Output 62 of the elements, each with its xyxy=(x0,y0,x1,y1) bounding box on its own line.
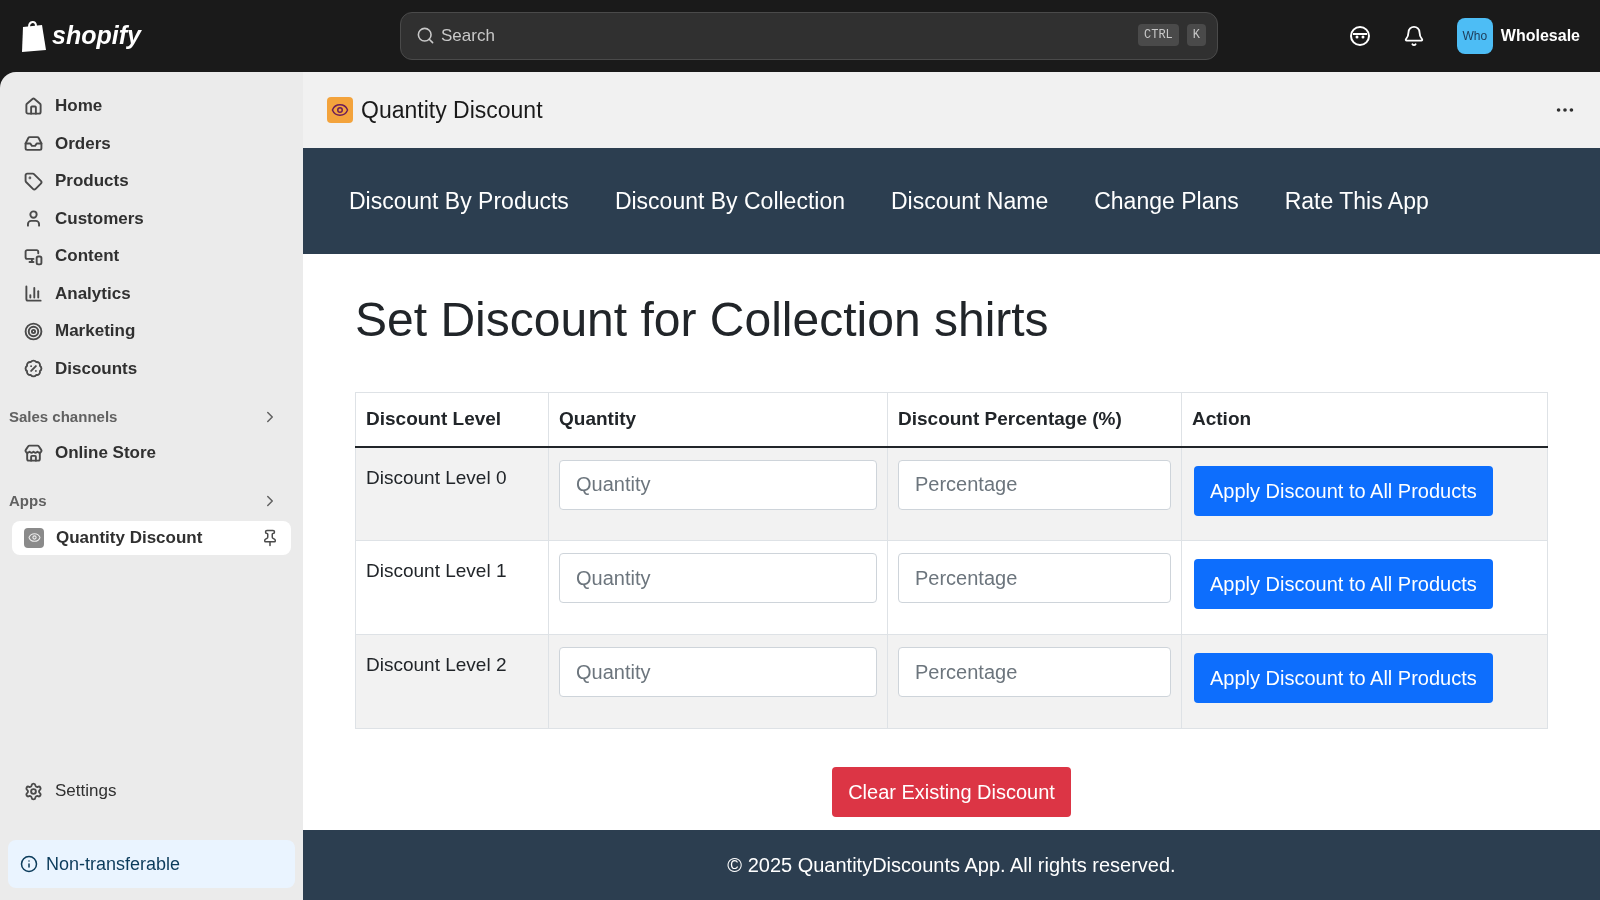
column-header: Quantity xyxy=(548,392,888,447)
apply-discount-button[interactable]: Apply Discount to All Products xyxy=(1194,465,1493,516)
store-avatar[interactable]: Who xyxy=(1456,18,1493,54)
percentage-input[interactable]: Percentage xyxy=(898,459,1171,510)
apply-discount-button[interactable]: Apply Discount to All Products xyxy=(1194,653,1493,703)
table-cell: Discount Level 0 xyxy=(355,446,549,541)
quantity-input[interactable]: Quantity xyxy=(559,647,877,697)
person-icon xyxy=(24,209,43,228)
app-logo-icon xyxy=(327,97,353,123)
bell-icon[interactable] xyxy=(1402,25,1425,47)
percentage-input[interactable]: Percentage xyxy=(898,553,1171,603)
sidebar-item[interactable]: Home xyxy=(12,89,291,123)
pin-icon[interactable] xyxy=(261,528,279,547)
home-icon xyxy=(24,96,43,116)
sidebar-item[interactable]: Settings xyxy=(12,774,291,808)
page-heading: Set Discount for Collection shirts xyxy=(355,292,1050,348)
section-title: Apps xyxy=(9,491,47,511)
sidebar-item[interactable]: Online Store xyxy=(12,436,291,470)
shopping-bag-logo-icon xyxy=(20,19,48,53)
nav-link[interactable]: Discount By Collection xyxy=(614,183,845,219)
app-eye-icon xyxy=(24,527,44,548)
quantity-input[interactable]: Quantity xyxy=(559,459,877,510)
footer-text: © 2025 QuantityDiscounts App. All rights reserved. xyxy=(727,853,1176,878)
shortcut-key: K xyxy=(1186,24,1206,46)
sidebar-item[interactable]: Content xyxy=(12,239,291,273)
inbox-icon xyxy=(24,134,43,153)
monitor-icon xyxy=(24,246,43,266)
percentage-input[interactable]: Percentage xyxy=(898,647,1171,697)
shortcut-key: CTRL xyxy=(1138,24,1179,46)
sidebar-item[interactable]: Marketing xyxy=(12,314,291,348)
info-icon xyxy=(20,855,38,873)
column-header: Action xyxy=(1181,392,1548,447)
store-icon xyxy=(24,443,43,463)
bar-chart-icon xyxy=(24,284,43,303)
sidebar-item[interactable]: Products xyxy=(12,164,291,198)
table-cell: Discount Level 1 xyxy=(355,540,549,635)
section-title: Sales channels xyxy=(9,406,118,427)
sidebar-item[interactable]: Quantity Discount xyxy=(12,520,291,555)
store-name[interactable]: Wholesale xyxy=(1500,24,1580,48)
column-header: Discount Percentage (%) xyxy=(887,392,1182,447)
apply-discount-button[interactable]: Apply Discount to All Products xyxy=(1194,559,1493,609)
nav-link[interactable]: Discount By Products xyxy=(349,183,569,219)
brand-logo-text: shopify xyxy=(52,20,141,52)
column-header: Discount Level xyxy=(355,392,549,447)
table-cell: Discount Level 2 xyxy=(355,634,549,729)
gear-icon xyxy=(24,781,43,801)
quantity-input[interactable]: Quantity xyxy=(559,553,877,603)
target-icon xyxy=(24,321,43,341)
sidebar-item[interactable]: Orders xyxy=(12,126,291,161)
mascot-face-icon[interactable] xyxy=(1348,25,1371,47)
tag-icon xyxy=(24,171,43,191)
notice-banner[interactable]: Non-transferable xyxy=(8,840,295,888)
nav-link[interactable]: Rate This App xyxy=(1284,183,1429,219)
app-title: Quantity Discount xyxy=(361,95,544,125)
search-icon xyxy=(416,26,435,45)
percent-badge-icon xyxy=(24,359,43,378)
clear-discount-button[interactable]: Clear Existing Discount xyxy=(832,767,1071,817)
sidebar-item[interactable]: Customers xyxy=(12,201,291,236)
sidebar-item[interactable]: Analytics xyxy=(12,276,291,311)
nav-link[interactable]: Change Plans xyxy=(1094,183,1239,219)
nav-link[interactable]: Discount Name xyxy=(891,183,1049,219)
sidebar-item[interactable]: Discounts xyxy=(12,351,291,386)
